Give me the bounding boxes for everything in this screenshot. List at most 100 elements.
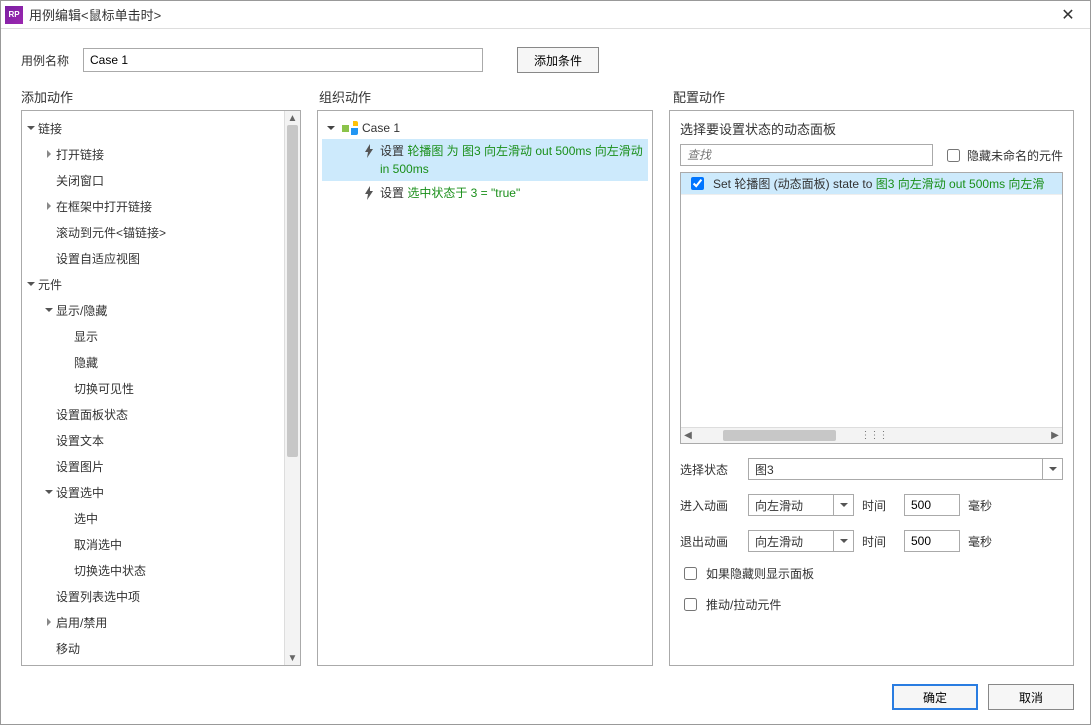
tree-item-label: 设置列表选中项 <box>56 588 284 605</box>
tree-item[interactable]: 设置选中 <box>24 479 284 505</box>
widget-list-item[interactable]: Set 轮播图 (动态面板) state to 图3 向左滑动 out 500m… <box>681 173 1062 195</box>
hide-unnamed-checkbox[interactable]: 隐藏未命名的元件 <box>943 146 1063 165</box>
hscroll-right-icon[interactable]: ▶ <box>1048 428 1062 443</box>
time-in-input[interactable] <box>904 494 960 516</box>
tree-item[interactable]: 打开链接 <box>24 141 284 167</box>
tree-item[interactable]: 设置图片 <box>24 453 284 479</box>
case-header[interactable]: Case 1 <box>322 117 648 139</box>
time-in-label: 时间 <box>862 497 896 514</box>
tree-item-label: 显示 <box>74 328 284 345</box>
widget-list-item-text: Set 轮播图 (动态面板) state to 图3 向左滑动 out 500m… <box>713 175 1044 192</box>
chevron-down-icon <box>833 531 853 551</box>
anim-in-label: 进入动画 <box>680 497 740 514</box>
push-pull-checkbox-input[interactable] <box>684 598 697 611</box>
anim-out-dropdown[interactable]: 向左滑动 <box>748 530 854 552</box>
hscroll-left-icon[interactable]: ◀ <box>681 428 695 443</box>
case-body: Case 1 设置 轮播图 为 图3 向左滑动 out 500ms 向左滑动 i… <box>318 111 652 665</box>
select-state-row: 选择状态 图3 <box>680 458 1063 480</box>
tree-item[interactable]: 切换选中状态 <box>24 557 284 583</box>
case-icon <box>342 121 358 135</box>
tree-item[interactable]: 移动 <box>24 635 284 661</box>
select-state-dropdown[interactable]: 图3 <box>748 458 1063 480</box>
caret-down-icon <box>324 121 338 135</box>
tree-item[interactable]: 设置自适应视图 <box>24 245 284 271</box>
tree-item[interactable]: 设置面板状态 <box>24 401 284 427</box>
scrollbar-down-icon[interactable]: ▼ <box>285 651 300 665</box>
tree-item-label: 切换选中状态 <box>74 562 284 579</box>
caret-down-icon[interactable] <box>42 485 56 499</box>
window-title: 用例编辑<鼠标单击时> <box>29 5 161 24</box>
anim-out-row: 退出动画 向左滑动 时间 毫秒 <box>680 530 1063 552</box>
anim-in-row: 进入动画 向左滑动 时间 毫秒 <box>680 494 1063 516</box>
tree-item-label: 切换可见性 <box>74 380 284 397</box>
header-add-action: 添加动作 <box>21 87 303 106</box>
tree-item[interactable]: 滚动到元件<锚链接> <box>24 219 284 245</box>
widget-list[interactable]: Set 轮播图 (动态面板) state to 图3 向左滑动 out 500m… <box>680 172 1063 444</box>
tree-item[interactable]: 链接 <box>24 115 284 141</box>
tree-item-label: 链接 <box>38 120 284 137</box>
tree-item-label: 设置选中 <box>56 484 284 501</box>
tree-item[interactable]: 取消选中 <box>24 531 284 557</box>
tree-item-label: 打开链接 <box>56 146 284 163</box>
caret-down-icon[interactable] <box>42 303 56 317</box>
actions-tree[interactable]: 链接打开链接关闭窗口在框架中打开链接滚动到元件<锚链接> 设置自适应视图元件显示/… <box>22 111 300 665</box>
tree-item-label: 设置自适应视图 <box>56 250 284 267</box>
cancel-button[interactable]: 取消 <box>988 684 1074 710</box>
case-action-item[interactable]: 设置 选中状态于 3 = "true" <box>322 181 648 205</box>
hide-unnamed-checkbox-input[interactable] <box>947 149 960 162</box>
hscroll-grip-icon: ⋮⋮⋮ <box>868 430 880 441</box>
tree-item-label: 启用/禁用 <box>56 614 284 631</box>
ok-button[interactable]: 确定 <box>892 684 978 710</box>
tree-item-label: 选中 <box>74 510 284 527</box>
show-if-hidden-checkbox[interactable]: 如果隐藏则显示面板 <box>680 564 1063 583</box>
tree-item[interactable]: 关闭窗口 <box>24 167 284 193</box>
tree-item[interactable]: 设置列表选中项 <box>24 583 284 609</box>
chevron-down-icon <box>1042 459 1062 479</box>
ms-out-label: 毫秒 <box>968 533 992 550</box>
caret-right-icon[interactable] <box>42 615 56 629</box>
app-badge-text: RP <box>8 10 19 19</box>
tree-scrollbar[interactable]: ▲ ▼ <box>284 111 300 665</box>
scrollbar-up-icon[interactable]: ▲ <box>285 111 300 125</box>
tree-item[interactable]: 选中 <box>24 505 284 531</box>
widget-list-item-checkbox[interactable] <box>691 177 704 190</box>
tree-item[interactable]: 在框架中打开链接 <box>24 193 284 219</box>
search-input[interactable] <box>680 144 933 166</box>
tree-item-label: 在框架中打开链接 <box>56 198 284 215</box>
case-action-item[interactable]: 设置 轮播图 为 图3 向左滑动 out 500ms 向左滑动 in 500ms <box>322 139 648 181</box>
push-pull-checkbox[interactable]: 推动/拉动元件 <box>680 595 1063 614</box>
header-config-action: 配置动作 <box>673 87 1070 106</box>
caret-down-icon[interactable] <box>24 121 38 135</box>
tree-item[interactable]: 隐藏 <box>24 349 284 375</box>
dialog-buttons: 确定 取消 <box>1 674 1090 724</box>
tree-item[interactable]: 启用/禁用 <box>24 609 284 635</box>
case-name-input[interactable] <box>83 48 483 72</box>
add-condition-button[interactable]: 添加条件 <box>517 47 599 73</box>
widget-list-hscrollbar[interactable]: ◀ ⋮⋮⋮ ▶ <box>681 427 1062 443</box>
tree-item-label: 隐藏 <box>74 354 284 371</box>
caret-right-icon[interactable] <box>42 147 56 161</box>
tree-item[interactable]: 元件 <box>24 271 284 297</box>
organize-panel: Case 1 设置 轮播图 为 图3 向左滑动 out 500ms 向左滑动 i… <box>317 110 653 666</box>
time-out-input[interactable] <box>904 530 960 552</box>
bolt-icon <box>362 185 376 201</box>
close-icon: ✕ <box>1061 5 1074 25</box>
caret-right-icon[interactable] <box>42 199 56 213</box>
caret-down-icon[interactable] <box>24 277 38 291</box>
ms-in-label: 毫秒 <box>968 497 992 514</box>
hscroll-thumb[interactable] <box>723 430 836 441</box>
scrollbar-thumb[interactable] <box>287 125 298 457</box>
bolt-icon <box>362 143 376 159</box>
configure-section-title: 选择要设置状态的动态面板 <box>680 119 1063 138</box>
push-pull-label: 推动/拉动元件 <box>706 596 781 613</box>
anim-in-dropdown[interactable]: 向左滑动 <box>748 494 854 516</box>
case-name-label: 用例名称 <box>21 52 69 69</box>
show-if-hidden-checkbox-input[interactable] <box>684 567 697 580</box>
tree-item[interactable]: 切换可见性 <box>24 375 284 401</box>
tree-item[interactable]: 显示/隐藏 <box>24 297 284 323</box>
tree-item[interactable]: 显示 <box>24 323 284 349</box>
case-name-text: Case 1 <box>362 121 400 135</box>
close-button[interactable]: ✕ <box>1050 2 1086 28</box>
tree-item-label: 关闭窗口 <box>56 172 284 189</box>
tree-item[interactable]: 设置文本 <box>24 427 284 453</box>
